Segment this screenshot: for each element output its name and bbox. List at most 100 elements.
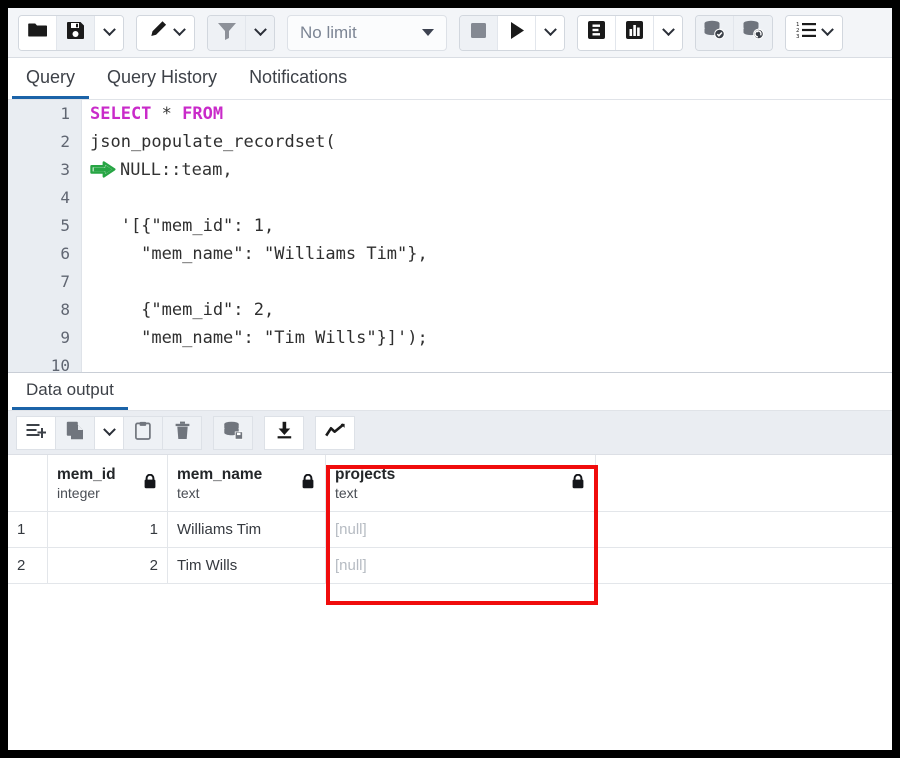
cell-projects[interactable]: [null]: [326, 548, 596, 584]
grid-corner-cell: [8, 455, 48, 512]
row-filler: [596, 512, 892, 548]
sql-star: *: [151, 104, 182, 124]
execute-query-button[interactable]: [498, 16, 536, 50]
edit-button-group: [136, 15, 195, 51]
add-row-button[interactable]: [16, 416, 56, 450]
line-number: 8: [8, 296, 81, 324]
save-options-dropdown[interactable]: [95, 16, 123, 50]
results-grid: mem_id integer mem_name text: [8, 455, 892, 584]
sql-editor[interactable]: 1 2 3 4 5 6 7 8 9 10 SELECT * FROM json_…: [8, 100, 892, 372]
save-data-changes-button[interactable]: [213, 416, 253, 450]
edit-button[interactable]: [137, 16, 194, 50]
data-output-panel: Data output: [8, 372, 892, 750]
explain-options-dropdown[interactable]: [654, 16, 682, 50]
lock-icon: [572, 474, 586, 493]
column-type: text: [335, 484, 572, 502]
lock-icon: [144, 474, 158, 493]
code-line-1: SELECT * FROM: [82, 100, 892, 128]
line-number: 5: [8, 212, 81, 240]
line-number: 7: [8, 268, 81, 296]
add-rows-icon: [26, 422, 46, 444]
code-line-3: NULL::team,: [82, 156, 892, 184]
explain-e-icon: [587, 20, 606, 45]
rollback-button[interactable]: [734, 16, 772, 50]
paste-button[interactable]: [123, 416, 163, 450]
execute-options-dropdown[interactable]: [536, 16, 564, 50]
row-limit-value: No limit: [300, 23, 357, 43]
code-line-7: [82, 268, 892, 296]
tab-query-history[interactable]: Query History: [93, 67, 231, 99]
download-csv-button[interactable]: [264, 416, 304, 450]
column-name: mem_id: [57, 465, 144, 484]
line-number: 10: [8, 352, 81, 372]
row-filler: [596, 548, 892, 584]
bar-chart-icon: [625, 20, 644, 45]
line-number: 2: [8, 128, 81, 156]
download-icon: [276, 421, 293, 444]
chevron-down-icon: [544, 23, 557, 36]
analysis-button-group: [577, 15, 683, 51]
code-line-2: json_populate_recordset(: [82, 128, 892, 156]
table-row[interactable]: 2 2 Tim Wills [null]: [8, 548, 892, 584]
editor-gutter: 1 2 3 4 5 6 7 8 9 10: [8, 100, 82, 372]
commit-button[interactable]: [696, 16, 734, 50]
column-header-projects[interactable]: projects text: [326, 455, 596, 512]
code-line-3-text: NULL::team,: [120, 160, 233, 180]
chevron-down-icon: [103, 23, 116, 36]
copy-button[interactable]: [55, 416, 95, 450]
output-tabbar: Data output: [8, 373, 892, 411]
grid-header-filler: [596, 455, 892, 512]
cell-mem_id[interactable]: 2: [48, 548, 168, 584]
code-line-9: "mem_name": "Tim Wills"}]');: [82, 324, 892, 352]
line-number: 4: [8, 184, 81, 212]
code-line-4: [82, 184, 892, 212]
row-limit-select[interactable]: No limit: [287, 15, 447, 51]
list-numbered-icon: 1 2 3: [796, 21, 817, 44]
trash-icon: [175, 421, 190, 445]
column-header-mem_id[interactable]: mem_id integer: [48, 455, 168, 512]
copy-icon: [66, 421, 85, 445]
filter-button[interactable]: [208, 16, 246, 50]
cell-mem_name[interactable]: Williams Tim: [168, 512, 326, 548]
pencil-icon: [147, 20, 168, 45]
cell-projects[interactable]: [null]: [326, 512, 596, 548]
filter-options-dropdown[interactable]: [246, 16, 274, 50]
lock-icon: [302, 474, 316, 493]
funnel-icon: [217, 21, 237, 45]
grid-toolbar: [8, 411, 892, 455]
line-chart-icon: [325, 423, 345, 443]
copy-options-dropdown[interactable]: [94, 416, 124, 450]
pgadmin-window: No limit: [8, 8, 892, 750]
chevron-down-icon: [103, 423, 116, 436]
cell-mem_id[interactable]: 1: [48, 512, 168, 548]
explain-analyze-button[interactable]: [616, 16, 654, 50]
filter-button-group: [207, 15, 275, 51]
stop-query-button[interactable]: [460, 16, 498, 50]
table-row[interactable]: 1 1 Williams Tim [null]: [8, 512, 892, 548]
editor-code-area[interactable]: SELECT * FROM json_populate_recordset( N…: [82, 100, 892, 372]
cell-mem_name[interactable]: Tim Wills: [168, 548, 326, 584]
line-number: 9: [8, 324, 81, 352]
file-button-group: [18, 15, 124, 51]
column-header-mem_name[interactable]: mem_name text: [168, 455, 326, 512]
row-number: 2: [8, 548, 48, 584]
open-file-button[interactable]: [19, 16, 57, 50]
tab-notifications[interactable]: Notifications: [235, 67, 361, 99]
delete-row-button[interactable]: [162, 416, 202, 450]
graph-visualiser-button[interactable]: [315, 416, 355, 450]
macros-button-group: 1 2 3: [785, 15, 843, 51]
line-number: 3: [8, 156, 81, 184]
macros-button[interactable]: 1 2 3: [786, 16, 842, 50]
row-number: 1: [8, 512, 48, 548]
database-check-icon: [703, 20, 726, 45]
save-file-button[interactable]: [57, 16, 95, 50]
database-save-icon: [223, 421, 244, 445]
tab-data-output[interactable]: Data output: [12, 380, 128, 410]
explain-button[interactable]: [578, 16, 616, 50]
execute-button-group: [459, 15, 565, 51]
grid-header-row: mem_id integer mem_name text: [8, 455, 892, 512]
column-type: text: [177, 484, 302, 502]
chevron-down-icon: [173, 23, 186, 36]
tab-query[interactable]: Query: [12, 67, 89, 99]
svg-text:3: 3: [796, 34, 800, 39]
